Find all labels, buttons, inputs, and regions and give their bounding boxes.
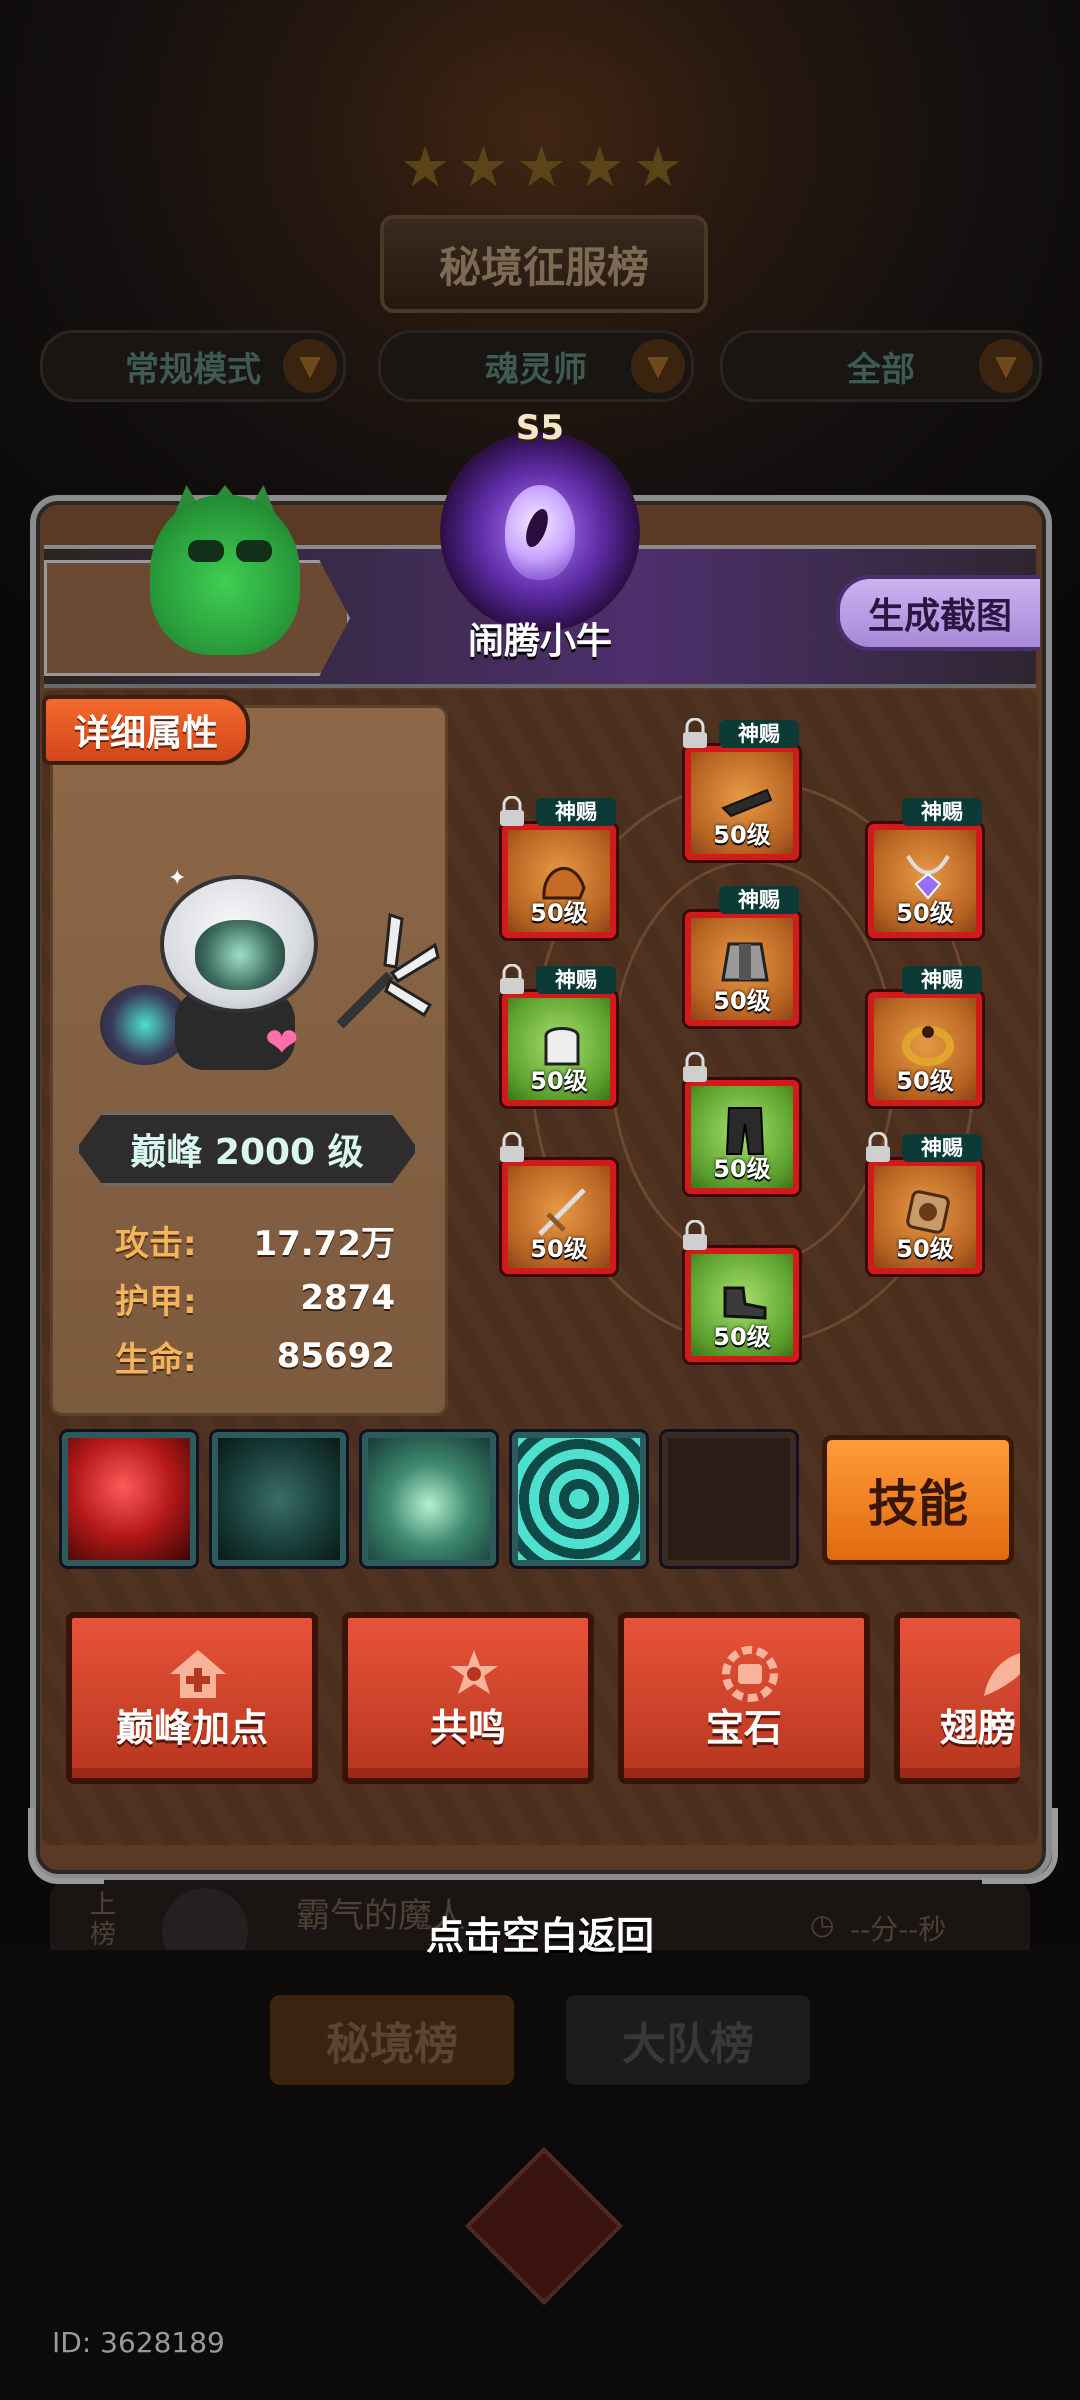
pet-eye — [236, 540, 272, 562]
equip-slot-helmet[interactable]: 50级 神赐 — [500, 796, 616, 938]
equip-level: 50级 — [713, 1155, 771, 1183]
mode-filter-dropdown[interactable]: 常规模式 ▼ — [40, 330, 346, 402]
chevron-down-icon: ▼ — [631, 339, 685, 393]
scope-filter-dropdown[interactable]: 全部 ▼ — [720, 330, 1042, 402]
stat-label: 攻击: — [115, 1223, 197, 1264]
house-plus-icon — [170, 1650, 226, 1698]
peak-points-button[interactable]: 巅峰加点 — [66, 1612, 318, 1784]
stat-value: 2874 — [300, 1278, 395, 1318]
stat-health: 生命: 85692 — [115, 1328, 395, 1384]
equip-level: 50级 — [530, 899, 588, 927]
wings-button[interactable]: 翅膀 — [894, 1612, 1020, 1784]
equip-slot-charm[interactable]: 50级 神赐 — [866, 1132, 982, 1274]
divine-badge: 神赐 — [536, 798, 616, 826]
heart-icon: ❤ — [265, 1020, 299, 1066]
stat-label: 护甲: — [115, 1281, 197, 1322]
equip-level: 50级 — [896, 1067, 954, 1095]
wing-icon — [984, 1653, 1020, 1696]
panel-corner-ornament — [982, 1808, 1058, 1884]
empty-skill-slot — [662, 1432, 796, 1566]
stat-value: 17.72万 — [253, 1223, 395, 1264]
scythe-slash-icon[interactable] — [212, 1432, 346, 1566]
equipment-grid: 50级 神赐 50级 神赐 50级 神赐 50级 神赐 50级 神赐 50级 神赐 50级 … — [470, 718, 1040, 1410]
chevron-down-icon: ▼ — [283, 339, 337, 393]
mode-filter-label: 常规模式 — [125, 349, 261, 390]
peak-level-plate: 巅峰 2000 级 — [76, 1112, 418, 1186]
divine-badge: 神赐 — [536, 966, 616, 994]
pet-eye — [188, 540, 224, 562]
vortex-icon[interactable] — [512, 1432, 646, 1566]
equip-slot-ring[interactable]: 50级 神赐 — [868, 966, 982, 1106]
equip-slot-gloves[interactable]: 50级 神赐 — [500, 964, 616, 1106]
equip-slot-pants[interactable]: 50级 — [683, 1052, 799, 1194]
divine-badge: 神赐 — [902, 1134, 982, 1162]
stat-armor: 护甲: 2874 — [115, 1270, 395, 1326]
hero-visor — [195, 920, 285, 990]
user-id: ID: 3628189 — [52, 2326, 225, 2359]
equip-level: 50级 — [896, 1235, 954, 1263]
resonance-button[interactable]: 共鸣 — [342, 1612, 594, 1784]
pet-avatar — [150, 495, 300, 655]
equip-level: 50级 — [530, 1235, 588, 1263]
equip-level: 50级 — [713, 987, 771, 1015]
tap-to-return-hint[interactable]: 点击空白返回 — [340, 1905, 740, 1965]
stat-attack: 攻击: 17.72万 — [115, 1212, 395, 1268]
claw-weapon-icon — [336, 912, 440, 1029]
equip-level: 50级 — [530, 1067, 588, 1095]
detailed-attributes-tag: 详细属性 — [42, 695, 250, 765]
rank-label: 上榜 — [90, 1890, 117, 1950]
equip-level: 50级 — [713, 821, 771, 849]
gems-label: 宝石 — [705, 1706, 782, 1750]
leaderboard-title: 秘境征服榜 — [380, 215, 708, 313]
lock-icon — [500, 964, 524, 994]
divine-badge: 神赐 — [902, 798, 982, 826]
class-filter-label: 魂灵师 — [485, 349, 587, 390]
divine-badge: 神赐 — [719, 886, 799, 914]
lock-icon — [683, 718, 707, 748]
gem-icon — [722, 1646, 778, 1702]
lock-icon — [683, 1220, 707, 1250]
skills-button[interactable]: 技能 — [822, 1435, 1014, 1565]
equip-slot-boots[interactable]: 50级 — [683, 1220, 799, 1362]
resonance-star-icon — [450, 1650, 498, 1694]
equip-slot-weapon[interactable]: 50级 — [500, 1132, 616, 1274]
peak-points-label: 巅峰加点 — [115, 1706, 268, 1750]
tab-team[interactable]: 大队榜 — [566, 1995, 810, 2085]
scope-filter-label: 全部 — [847, 349, 915, 390]
equip-slot-cape[interactable]: 50级 神赐 — [683, 718, 799, 860]
lock-icon — [500, 1132, 524, 1162]
divine-badge: 神赐 — [902, 966, 982, 994]
rank-stars-icon: ★★★★★ — [400, 135, 692, 200]
rank-row-time: --分--秒 — [850, 1913, 947, 1946]
spirit-wings-icon[interactable] — [362, 1432, 496, 1566]
stat-label: 生命: — [115, 1339, 197, 1380]
lock-icon — [866, 1132, 890, 1162]
blood-orb-icon[interactable] — [62, 1432, 196, 1566]
chevron-down-icon: ▼ — [979, 339, 1033, 393]
stat-value: 85692 — [276, 1336, 395, 1376]
player-name: 闹腾小牛 — [467, 621, 612, 662]
divine-badge: 神赐 — [719, 720, 799, 748]
sparkle-icon: ✦ — [168, 866, 187, 891]
season-badge: S5 — [515, 408, 565, 448]
panel-corner-ornament — [28, 1808, 104, 1884]
equip-slot-necklace[interactable]: 50级 神赐 — [868, 798, 982, 938]
resonance-label: 共鸣 — [429, 1706, 506, 1750]
clock-icon: ◷ — [810, 1908, 835, 1941]
generate-screenshot-button[interactable]: 生成截图 — [836, 575, 1040, 651]
wings-label: 翅膀 — [940, 1706, 1017, 1750]
lock-icon — [683, 1052, 707, 1082]
equip-level: 50级 — [896, 899, 954, 927]
tab-secret-realm[interactable]: 秘境榜 — [270, 1995, 514, 2085]
class-filter-dropdown[interactable]: 魂灵师 ▼ — [378, 330, 694, 402]
gems-button[interactable]: 宝石 — [618, 1612, 870, 1784]
equip-level: 50级 — [713, 1323, 771, 1351]
equip-slot-armor[interactable]: 50级 神赐 — [685, 886, 799, 1026]
lock-icon — [500, 796, 524, 826]
